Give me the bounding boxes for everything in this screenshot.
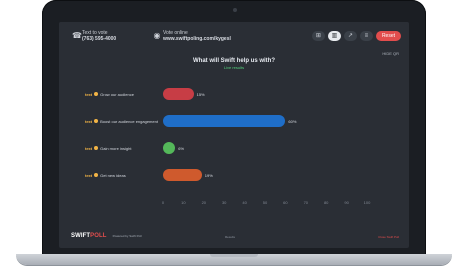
answer-prefix: text (85, 91, 93, 97)
axis-tick: 80 (323, 200, 329, 205)
axis-tick: 0 (161, 200, 165, 205)
share-icon[interactable]: ↗ (343, 31, 357, 41)
close-link[interactable]: Close Swift Poll (378, 235, 399, 239)
answer-value-4: 19% (204, 173, 213, 178)
grid-icon[interactable]: ⊞ (311, 31, 325, 41)
reset-button[interactable]: Reset (375, 31, 401, 41)
axis-tick: 100 (363, 200, 371, 205)
answer-prefix: text (85, 145, 93, 151)
axis-tick: 40 (242, 200, 247, 205)
axis-tick: 70 (303, 200, 309, 205)
answer-value-2: 60% (288, 119, 297, 124)
answer-text: Boost our audience engagement (100, 118, 158, 124)
brand-tagline: Powered by Swift Poll (112, 234, 142, 238)
answer-value-3: 6% (178, 146, 185, 151)
toolbar: ⊞ ▥ ↗ ≡ Reset (311, 31, 401, 41)
answer-text: Grow our audience (100, 91, 134, 97)
poll-screen: ☎ Text to vote (763) 595-4000 ◉ Vote onl… (59, 22, 409, 248)
menu-icon[interactable]: ≡ (359, 31, 373, 41)
base-notch (210, 254, 258, 257)
axis-tick: 50 (262, 200, 268, 205)
answer-label-1: text Grow our audience (85, 89, 134, 99)
poll-subtitle: Live results (223, 65, 245, 70)
top-bar: ☎ Text to vote (763) 595-4000 ◉ Vote onl… (59, 22, 409, 50)
answer-bar-3 (163, 142, 176, 154)
answer-dot-icon (94, 173, 99, 177)
brand-accent: POLL (90, 233, 107, 239)
brand-main: SWIFT (71, 233, 91, 239)
laptop-scene: ☎ Text to vote (763) 595-4000 ◉ Vote onl… (0, 0, 468, 273)
answer-prefix: text (85, 172, 93, 178)
globe-icon: ◉ (153, 31, 161, 40)
answer-text: Get new ideas (100, 172, 126, 178)
camera-dot (233, 8, 237, 12)
axis-ticks: 0 10 20 30 40 50 60 70 80 90 100 (162, 200, 370, 207)
hide-qr-link[interactable]: HIDE QR (382, 52, 399, 56)
results-label: Results (225, 235, 236, 239)
answer-label-4: text Get new ideas (85, 170, 126, 180)
answer-bar-1 (163, 88, 194, 100)
brand-logo: SWIFT POLL (69, 232, 109, 240)
answer-bar-2 (163, 115, 286, 127)
answer-label-3: text Gain more insight (85, 143, 131, 153)
answer-value-1: 15% (196, 92, 205, 97)
answer-prefix: text (85, 118, 93, 124)
axis-tick: 20 (201, 200, 207, 205)
axis-tick: 60 (283, 200, 288, 205)
answer-dot-icon (94, 92, 99, 96)
poll-question: What will Swift help us with? (193, 58, 275, 64)
laptop-base (16, 254, 452, 265)
phone-icon: ☎ (72, 31, 82, 40)
answer-dot-icon (94, 119, 99, 123)
axis-tick: 10 (181, 200, 186, 205)
footer-brand: SWIFT POLL Powered by Swift Poll (69, 232, 142, 240)
axis-tick: 30 (221, 200, 227, 205)
answer-bar-4 (163, 169, 202, 181)
answer-label-2: text Boost our audience engagement (85, 116, 158, 126)
url-value: www.swiftpoling.com/kygesl (163, 36, 231, 42)
bar-chart-icon[interactable]: ▥ (327, 31, 341, 41)
answer-dot-icon (94, 146, 99, 150)
phone-value: (763) 595-4000 (82, 36, 117, 42)
axis-tick: 90 (344, 200, 349, 205)
answer-text: Gain more insight (100, 145, 132, 151)
